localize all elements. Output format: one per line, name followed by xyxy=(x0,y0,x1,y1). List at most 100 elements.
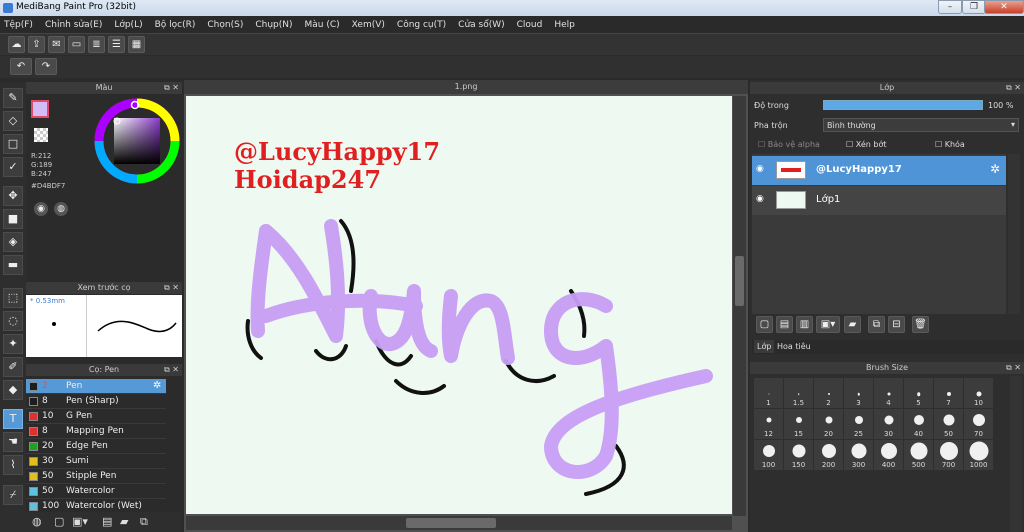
brush-size-1000[interactable]: 1000 xyxy=(964,440,993,470)
layer-item-lop1[interactable]: ◉ Lớp1 xyxy=(752,186,1006,215)
brush-size-scrollbar[interactable] xyxy=(1010,376,1022,532)
brush-size-7[interactable]: 7 xyxy=(934,378,963,408)
foreground-color-swatch[interactable] xyxy=(31,100,49,118)
brush-item-pen-sharp[interactable]: 8 Pen (Sharp) xyxy=(26,394,166,409)
magic-wand-icon[interactable]: ✦ xyxy=(3,334,23,354)
trash-icon[interactable]: 🗑 xyxy=(912,316,929,333)
brush-size-3[interactable]: 3 xyxy=(844,378,873,408)
grid-icon[interactable]: ▦ xyxy=(128,36,145,53)
canvas-vertical-scrollbar[interactable] xyxy=(733,96,746,516)
brush-size-25[interactable]: 25 xyxy=(844,409,873,439)
canvas-vertical-scroll-thumb[interactable] xyxy=(735,256,744,306)
document-tab[interactable]: 1.png xyxy=(184,80,748,94)
menu-tools[interactable]: Công cụ(T) xyxy=(397,20,446,30)
rectangle-tool-icon[interactable]: □ xyxy=(3,134,23,154)
comment-icon[interactable]: ✉ xyxy=(48,36,65,53)
new-brush-icon[interactable]: ▢ xyxy=(54,515,64,528)
eraser-tool-icon[interactable]: ◇ xyxy=(3,111,23,131)
brush-size-2[interactable]: 2 xyxy=(814,378,843,408)
brush-size-4[interactable]: 4 xyxy=(874,378,903,408)
menu-color[interactable]: Màu (C) xyxy=(305,20,340,30)
layer-item-lucyhappy17[interactable]: ◉ @LucyHappy17 ✲ xyxy=(752,156,1006,185)
tab-navigator[interactable]: Hoa tiêu xyxy=(774,340,814,353)
lock-checkbox[interactable]: ☐ Khóa xyxy=(935,140,965,149)
cloud-icon[interactable]: ☁ xyxy=(8,36,25,53)
fill-rect-tool-icon[interactable]: ■ xyxy=(3,209,23,229)
eyedropper-tool-icon[interactable]: ⌇ xyxy=(3,455,23,475)
brush-item-stipple-pen[interactable]: 50 Stipple Pen xyxy=(26,469,166,484)
brush-item-watercolor[interactable]: 50 Watercolor xyxy=(26,484,166,499)
panel-close-icon[interactable]: ⧉ ✕ xyxy=(164,82,179,94)
brush-size-1.5[interactable]: 1.5 xyxy=(784,378,813,408)
panel-close-icon[interactable]: ⧉ ✕ xyxy=(164,364,179,376)
menu-window[interactable]: Cửa sổ(W) xyxy=(458,20,504,30)
menu-filter[interactable]: Bộ lọc(R) xyxy=(155,20,196,30)
new-8bit-layer-icon[interactable]: ▤ xyxy=(776,316,793,333)
eye-icon[interactable]: ◉ xyxy=(756,164,764,174)
menu-cloud[interactable]: Cloud xyxy=(517,20,543,30)
canvas-horizontal-scroll-thumb[interactable] xyxy=(406,518,496,528)
move-tool-icon[interactable]: ✥ xyxy=(3,186,23,206)
brush-size-100[interactable]: 100 xyxy=(754,440,783,470)
menu-snap[interactable]: Chụp(N) xyxy=(255,20,292,30)
folder-icon[interactable]: ▰ xyxy=(120,515,128,528)
brush-item-watercolor-wet[interactable]: 100 Watercolor (Wet) xyxy=(26,499,166,512)
opacity-slider[interactable] xyxy=(823,100,983,110)
brush-size-700[interactable]: 700 xyxy=(934,440,963,470)
canvas-horizontal-scrollbar[interactable] xyxy=(186,516,732,530)
dot-tool-icon[interactable]: ✓ xyxy=(3,157,23,177)
brush-size-500[interactable]: 500 xyxy=(904,440,933,470)
brush-size-1[interactable]: 1 xyxy=(754,378,783,408)
brush-size-5[interactable]: 5 xyxy=(904,378,933,408)
brush-size-20[interactable]: 20 xyxy=(814,409,843,439)
brush-item-sumi[interactable]: 30 Sumi xyxy=(26,454,166,469)
select-pen-icon[interactable]: ✐ xyxy=(3,357,23,377)
brush-size-50[interactable]: 50 xyxy=(934,409,963,439)
brush-item-g-pen[interactable]: 10 G Pen xyxy=(26,409,166,424)
minimize-button[interactable]: – xyxy=(938,0,962,14)
color-wheel[interactable] xyxy=(92,96,182,186)
brush-size-150[interactable]: 150 xyxy=(784,440,813,470)
brush-item-mapping-pen[interactable]: 8 Mapping Pen xyxy=(26,424,166,439)
brush-size-40[interactable]: 40 xyxy=(904,409,933,439)
brush-size-70[interactable]: 70 xyxy=(964,409,993,439)
layer-menu-icon[interactable]: ▣▾ xyxy=(816,316,840,333)
select-tool-icon[interactable]: ⬚ xyxy=(3,288,23,308)
tab-layers[interactable]: Lớp xyxy=(754,340,775,353)
palette-icon[interactable]: ◉ xyxy=(34,202,48,216)
panel-close-icon[interactable]: ⧉ ✕ xyxy=(1006,362,1021,374)
folder-icon[interactable]: ▰ xyxy=(844,316,861,333)
brush-tool-icon[interactable]: ✎ xyxy=(3,88,23,108)
list-icon[interactable]: ☰ xyxy=(108,36,125,53)
new-layer-icon[interactable]: ▢ xyxy=(756,316,773,333)
menu-file[interactable]: Tệp(F) xyxy=(4,20,33,30)
lasso-tool-icon[interactable]: ◌ xyxy=(3,311,23,331)
panel-close-icon[interactable]: ⧉ ✕ xyxy=(164,282,179,294)
maximize-button[interactable]: ❐ xyxy=(962,0,986,14)
new-1bit-layer-icon[interactable]: ▥ xyxy=(796,316,813,333)
menu-edit[interactable]: Chỉnh sửa(E) xyxy=(45,20,102,30)
brush-size-400[interactable]: 400 xyxy=(874,440,903,470)
add-brush-icon[interactable]: ◍ xyxy=(32,515,42,528)
clipping-checkbox[interactable]: ☐ Xén bớt xyxy=(846,140,886,149)
background-color-swatch[interactable] xyxy=(34,128,48,142)
text-tool-icon[interactable]: T xyxy=(3,409,23,429)
menu-layer[interactable]: Lớp(L) xyxy=(114,20,142,30)
color-history-icon[interactable]: ◍ xyxy=(54,202,68,216)
protect-alpha-checkbox[interactable]: ☐ Bảo vệ alpha xyxy=(758,140,820,149)
upload-icon[interactable]: ⇪ xyxy=(28,36,45,53)
undo-button[interactable]: ↶ xyxy=(10,58,32,75)
select-eraser-icon[interactable]: ◆ xyxy=(3,380,23,400)
brush-doc-icon[interactable]: ▤ xyxy=(102,515,112,528)
brush-item-pen[interactable]: 2 Pen xyxy=(26,379,166,394)
menu-view[interactable]: Xem(V) xyxy=(352,20,385,30)
panel-close-icon[interactable]: ⧉ ✕ xyxy=(1006,82,1021,94)
brush-size-30[interactable]: 30 xyxy=(874,409,903,439)
brush-size-15[interactable]: 15 xyxy=(784,409,813,439)
menu-select[interactable]: Chọn(S) xyxy=(207,20,243,30)
pipette-tool-icon[interactable]: ⌿ xyxy=(3,485,23,505)
brush-size-12[interactable]: 12 xyxy=(754,409,783,439)
gear-icon[interactable]: ✲ xyxy=(153,380,161,391)
hand-tool-icon[interactable]: ☚ xyxy=(3,432,23,452)
layer-list-scrollbar[interactable] xyxy=(1008,154,1020,314)
